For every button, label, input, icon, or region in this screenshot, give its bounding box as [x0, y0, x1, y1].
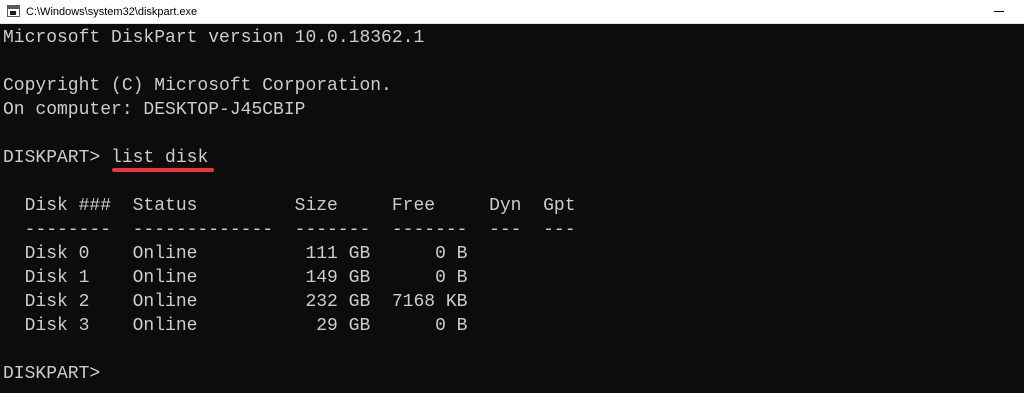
disk-table-row: Disk 1 Online 149 GB 0 B [3, 268, 468, 288]
version-line: Microsoft DiskPart version 10.0.18362.1 [3, 28, 425, 48]
command-highlight-underline [112, 168, 214, 172]
disk-table-row: Disk 0 Online 111 GB 0 B [3, 244, 468, 264]
final-prompt-line[interactable]: DISKPART> [3, 362, 100, 386]
console-output-area[interactable]: Microsoft DiskPart version 10.0.18362.1 … [0, 24, 1024, 393]
entered-command: list disk [111, 148, 209, 168]
command-line: DISKPART> list disk [3, 146, 208, 170]
disk-table-row: Disk 3 Online 29 GB 0 B [3, 316, 468, 336]
final-prompt: DISKPART> [3, 364, 101, 384]
diskpart-window: C:\Windows\system32\diskpart.exe Microso… [0, 0, 1024, 393]
window-title: C:\Windows\system32\diskpart.exe [26, 6, 198, 18]
console-app-icon[interactable] [7, 5, 20, 17]
computer-name-line: On computer: DESKTOP-J45CBIP [3, 100, 306, 120]
minimize-button[interactable] [978, 0, 1024, 23]
disk-table-separator: -------- ------------- ------- ------- -… [3, 220, 576, 240]
command-prompt: DISKPART> [3, 148, 112, 168]
disk-table-row: Disk 2 Online 232 GB 7168 KB [3, 292, 468, 312]
disk-table-header: Disk ### Status Size Free Dyn Gpt [3, 196, 576, 216]
copyright-line: Copyright (C) Microsoft Corporation. [3, 76, 392, 96]
title-bar[interactable]: C:\Windows\system32\diskpart.exe [0, 0, 1024, 24]
